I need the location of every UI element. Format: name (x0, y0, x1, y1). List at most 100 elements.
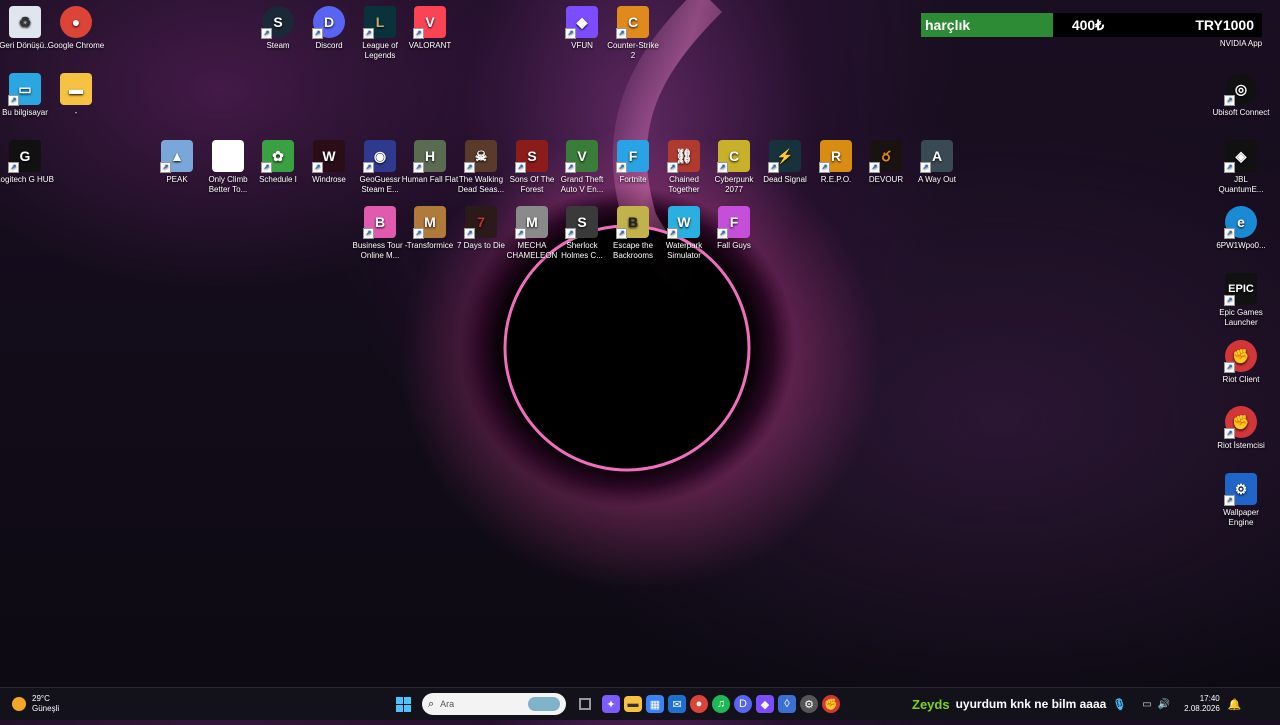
desktop-icon-recycle-bin[interactable]: ♻ Geri Dönüşü... (0, 6, 54, 51)
taskbar-search[interactable]: ⌕ Ara (422, 693, 566, 715)
desktop-icon-steam[interactable]: S ↗ Steam (249, 6, 307, 51)
fallguys-icon: F ↗ (717, 206, 750, 239)
vfun-icon: ◆ ↗ (565, 6, 598, 39)
file-explorer-icon[interactable]: ▬ (624, 696, 642, 712)
desktop-icon-transformice[interactable]: M ↗ Transformice (401, 206, 459, 251)
desktop-icon-nvidia-app[interactable]: NVIDIA App (1212, 39, 1270, 49)
now-playing-user: Zeyds (912, 696, 950, 712)
cyberpunk-icon: C ↗ (717, 140, 750, 173)
hff-icon: H ↗ (413, 140, 446, 173)
edge-icon: e ↗ (1224, 206, 1257, 239)
system-tray[interactable]: ▭ 🔊 (1142, 699, 1170, 710)
widget-amount: 400₺ (1071, 16, 1105, 33)
business-icon: B ↗ (363, 206, 396, 239)
waterpark-icon: W ↗ (667, 206, 700, 239)
desktop-icon-vfun[interactable]: ◆ ↗ VFUN (553, 6, 611, 51)
desktop-icon-schedule-i[interactable]: ✿ ↗ Schedule I (249, 140, 307, 185)
volume-icon: 🔊 (1157, 698, 1171, 710)
riot-icon: ✊ ↗ (1224, 340, 1257, 373)
sun-icon (12, 697, 26, 711)
devour-icon: ర ↗ (869, 140, 902, 173)
settings-icon[interactable]: ⚙ (800, 695, 818, 713)
copilot-icon[interactable]: ✦ (602, 695, 620, 713)
gta-icon: V ↗ (565, 140, 598, 173)
riot-taskbar-icon[interactable]: ✊ (822, 695, 840, 713)
mecha-icon: M ↗ (515, 206, 548, 239)
desktop-icon-ubisoft[interactable]: ◎ ↗ Ubisoft Connect (1212, 73, 1270, 118)
desktop-icon-chrome[interactable]: ● Google Chrome (47, 6, 105, 51)
cs2-icon: C ↗ (616, 6, 649, 39)
discord-taskbar-icon[interactable]: D (734, 695, 752, 713)
desktop-icon-edge[interactable]: e ↗ 6PW1Wpo0... (1212, 206, 1270, 251)
desktop-icon-folder[interactable]: ▬ - (47, 73, 105, 118)
desktop-icon-human-fall-flat[interactable]: H ↗ Human Fall Flat (401, 140, 459, 185)
now-playing[interactable]: Zeyds uyurdum knk ne bilm aaaa 🎙 (912, 697, 1126, 712)
app-taskbar-icon[interactable]: ◊ (778, 695, 796, 713)
discord-icon: D ↗ (312, 6, 345, 39)
network-icon: ▭ (1142, 698, 1152, 710)
spotify-icon[interactable]: ♫ (712, 695, 730, 713)
desktop-icon-epic-games[interactable]: EPIC ↗ Epic Games Launcher (1212, 273, 1270, 328)
desktop-icon-fortnite[interactable]: F ↗ Fortnite (604, 140, 662, 185)
desktop-icon-riot-client[interactable]: ✊ ↗ Riot Client (1212, 340, 1270, 385)
logitech-icon: G ↗ (8, 140, 41, 173)
weather-widget[interactable]: 29°C Güneşli (0, 694, 352, 714)
wallpaper-engine-icon: ⚙ ↗ (1224, 473, 1257, 506)
search-icon: ⌕ (428, 697, 435, 710)
jbl-icon: ◈ ↗ (1224, 140, 1257, 173)
steam-icon: S ↗ (261, 6, 294, 39)
league-icon: L ↗ (363, 6, 396, 39)
store-icon[interactable]: ▦ (646, 695, 664, 713)
desktop-icon-sherlock[interactable]: S ↗ Sherlock Holmes C... (553, 206, 611, 261)
sotf-icon: S ↗ (515, 140, 548, 173)
backrooms-icon: B ↗ (616, 206, 649, 239)
desktop-icon-wallpaper-engine[interactable]: ⚙ ↗ Wallpaper Engine (1212, 473, 1270, 528)
clock-date: 2.08.2026 (1184, 704, 1220, 713)
repo-icon: R ↗ (819, 140, 852, 173)
chained-icon: ⛓ ↗ (667, 140, 700, 173)
file-icon (212, 140, 244, 172)
outlook-icon[interactable]: ✉ (668, 695, 686, 713)
deadsignal-icon: ⚡ ↗ (768, 140, 801, 173)
awayout-icon: A ↗ (920, 140, 953, 173)
vfun-taskbar-icon[interactable]: ◆ (756, 695, 774, 713)
desktop-icon-devour[interactable]: ర ↗ DEVOUR (857, 140, 915, 185)
widget-label: harçlık (921, 13, 1053, 37)
wallpaper (0, 0, 1280, 720)
riot-client-icon: ✊ ↗ (1224, 406, 1257, 439)
desktop-icon-gta-v[interactable]: V ↗ Grand Theft Auto V En... (553, 140, 611, 195)
desktop-icon-peak[interactable]: ▲ ↗ PEAK (148, 140, 206, 185)
desktop-icon-cyberpunk[interactable]: C ↗ Cyberpunk 2077 (705, 140, 763, 195)
desktop-icon-walking-dead[interactable]: ☠ ↗ The Walking Dead Seas... (452, 140, 510, 195)
chrome-taskbar-icon[interactable]: ● (690, 695, 708, 713)
desktop-icon-windrose[interactable]: W ↗ Windrose (300, 140, 358, 185)
start-button[interactable] (390, 691, 416, 717)
desktop-icon-valorant[interactable]: V ↗ VALORANT (401, 6, 459, 51)
desktop-icon-discord[interactable]: D ↗ Discord (300, 6, 358, 51)
desktop-icon-jbl[interactable]: ◈ ↗ JBL QuantumE... (1212, 140, 1270, 195)
taskbar: 29°C Güneşli ⌕ Ara ✦ ▬ ▦ ✉ ● ♫ D ◆ ◊ ⚙ ✊… (0, 687, 1280, 720)
clock[interactable]: 17:40 2.08.2026 (1184, 694, 1220, 714)
recycle-bin-icon: ♻ (9, 6, 41, 38)
desktop-icon-7-days-to-die[interactable]: 7 ↗ 7 Days to Die (452, 206, 510, 251)
task-view-icon[interactable] (572, 691, 598, 717)
twd-icon: ☠ ↗ (464, 140, 497, 173)
search-highlight-icon (528, 697, 560, 711)
desktop-icon-dead-signal[interactable]: ⚡ ↗ Dead Signal (756, 140, 814, 185)
schedule-icon: ✿ ↗ (261, 140, 294, 173)
desktop-icon-riot-istemcisi[interactable]: ✊ ↗ Riot İstemcisi (1212, 406, 1270, 451)
desktop-icon-escape-backrooms[interactable]: B ↗ Escape the Backrooms (604, 206, 662, 261)
search-placeholder: Ara (440, 699, 455, 709)
notification-icon[interactable]: 🔔 (1228, 698, 1242, 711)
windrose-icon: W ↗ (312, 140, 345, 173)
desktop-icon-cs2[interactable]: C ↗ Counter-Strike 2 (604, 6, 662, 61)
7days-icon: 7 ↗ (464, 206, 497, 239)
folder-icon: ▬ (60, 73, 92, 105)
desktop-icon-a-way-out[interactable]: A ↗ A Way Out (908, 140, 966, 185)
transformice-icon: M ↗ (413, 206, 446, 239)
desktop-icon-this-pc[interactable]: ▭ ↗ Bu bilgisayar (0, 73, 54, 118)
clock-time: 17:40 (1199, 694, 1220, 703)
desktop-icon-fall-guys[interactable]: F ↗ Fall Guys (705, 206, 763, 251)
nvidia-money-widget: harçlık 400₺ TRY1000 (921, 13, 1262, 37)
desktop-icon-logitech[interactable]: G ↗ Logitech G HUB (0, 140, 54, 185)
